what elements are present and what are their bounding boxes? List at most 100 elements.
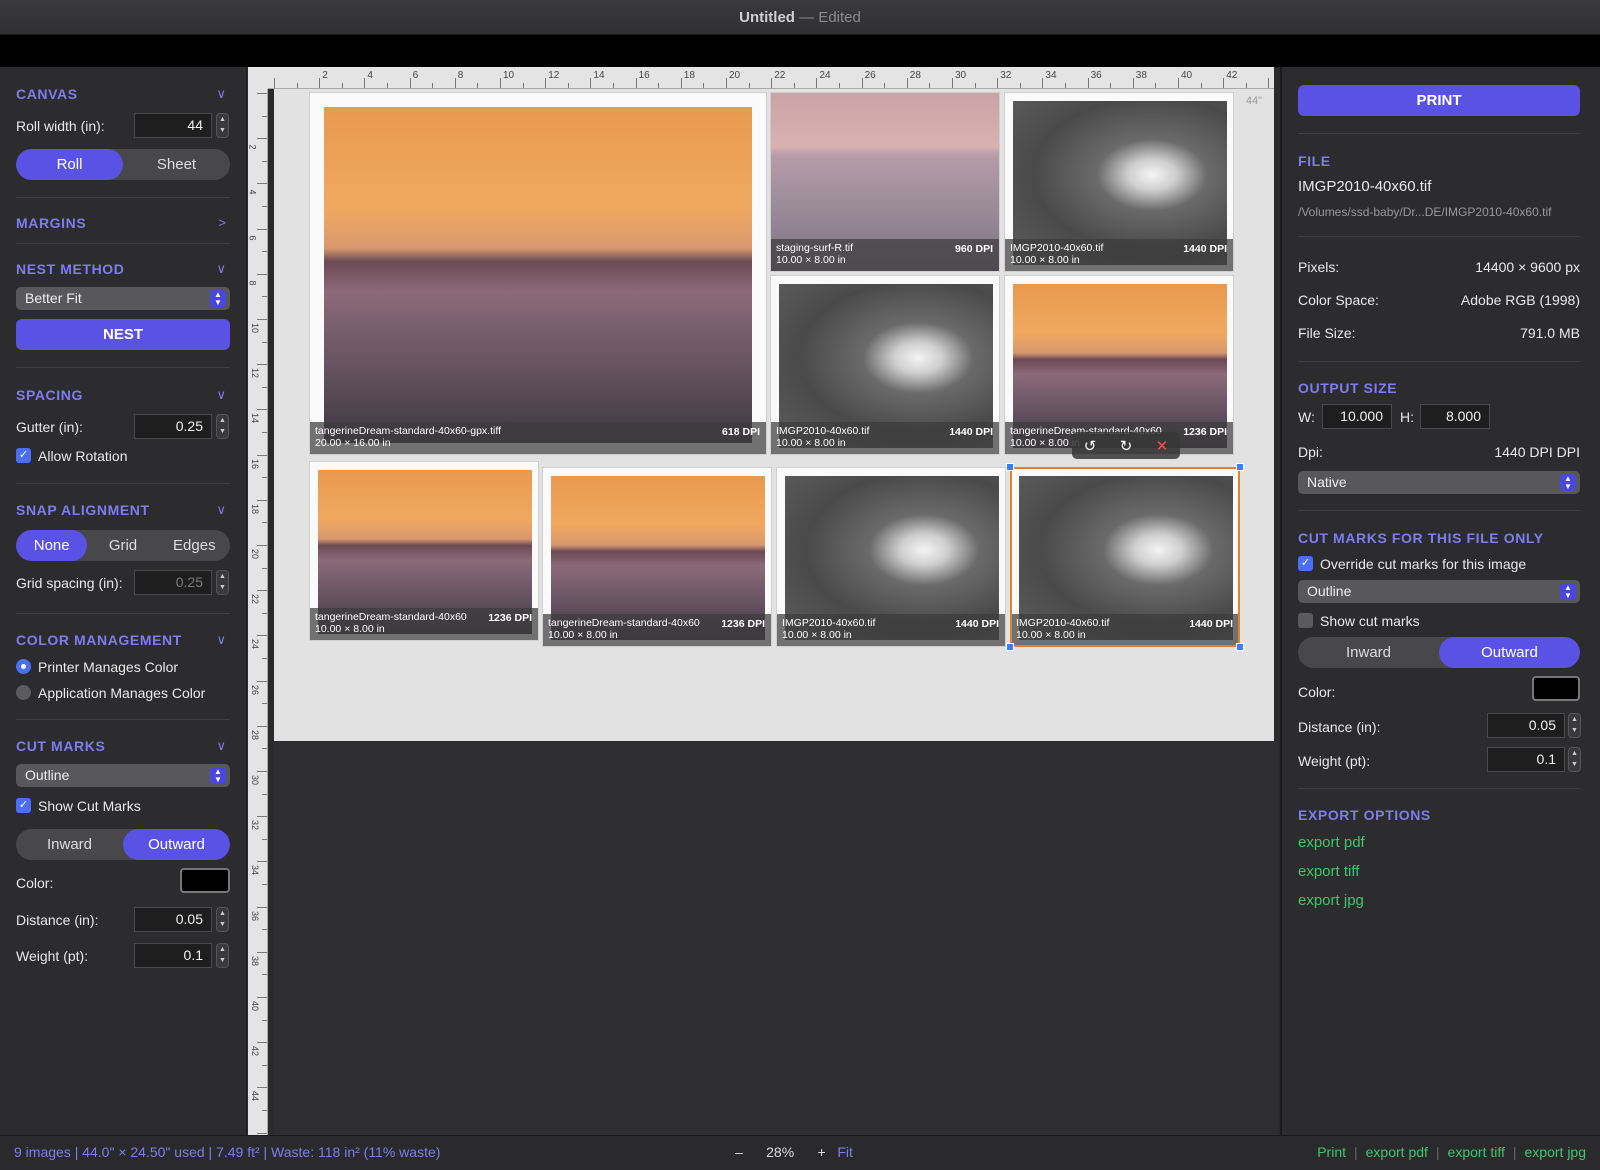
ruler-tick — [454, 78, 456, 88]
file-cut-style-select[interactable]: Outline ▲ ▼ — [1298, 580, 1580, 603]
inward-option[interactable]: Inward — [16, 829, 123, 860]
image-tile[interactable]: tangerineDream-standard-40x60 10.00 × 8.0… — [309, 461, 539, 641]
file-weight-stepper[interactable]: ▲ ▼ — [1568, 747, 1581, 772]
resize-handle[interactable] — [1236, 463, 1244, 471]
image-tile[interactable]: staging-surf-R.tif 10.00 × 8.00 in 960 DPI — [770, 92, 1000, 272]
ruler-label: 14 — [593, 70, 605, 81]
chevron-down-icon[interactable]: ∨ — [216, 261, 226, 277]
ruler-label: 32 — [250, 820, 261, 831]
tile-caption: tangerineDream-standard-40x60 10.00 × 8.0… — [543, 614, 771, 646]
roll-width-input[interactable]: 44 — [134, 113, 212, 138]
output-height-input[interactable]: 8.000 — [1420, 404, 1490, 429]
distance-input[interactable]: 0.05 — [134, 907, 212, 932]
output-width-input[interactable]: 10.000 — [1322, 404, 1392, 429]
image-tile[interactable]: tangerineDream-standard-40x60-gpx.tiff 20… — [309, 92, 767, 455]
divider — [1298, 236, 1580, 237]
resolution-mode-select[interactable]: Native ▲ ▼ — [1298, 471, 1580, 494]
ruler-label: 2 — [248, 144, 258, 150]
snap-alignment-header[interactable]: SNAP ALIGNMENT — [16, 502, 150, 518]
image-tile[interactable]: IMGP2010-40x60.tif 10.00 × 8.00 in 1440 DP… — [776, 467, 1006, 647]
nest-method-header[interactable]: NEST METHOD — [16, 261, 125, 277]
snap-edges-option[interactable]: Edges — [159, 530, 230, 561]
export-tiff-link[interactable]: export tiff — [1298, 863, 1359, 880]
print-button[interactable]: PRINT — [1298, 85, 1580, 116]
roll-width-stepper[interactable]: ▲ ▼ — [216, 113, 229, 138]
roll-width-label: Roll width (in): — [16, 118, 105, 134]
chevron-down-icon[interactable]: ∨ — [216, 632, 226, 648]
status-export-jpg-link[interactable]: export jpg — [1525, 1144, 1586, 1160]
print-canvas[interactable]: 44" tangerineDream-standard-40x60-gpx.ti… — [274, 89, 1274, 741]
status-export-pdf-link[interactable]: export pdf — [1366, 1144, 1428, 1160]
image-tile[interactable]: IMGP2010-40x60.tif 10.00 × 8.00 in 1440 DP… — [770, 275, 1000, 455]
ruler-tick — [262, 838, 267, 840]
cut-marks-header[interactable]: CUT MARKS — [16, 738, 105, 754]
export-pdf-link[interactable]: export pdf — [1298, 834, 1365, 851]
resize-handle[interactable] — [1006, 643, 1014, 651]
tile-dpi: 1440 DPI — [949, 426, 993, 438]
printer-manages-radio[interactable] — [16, 659, 31, 674]
rotate-left-icon[interactable]: ↺ — [1084, 437, 1097, 455]
ruler-label: 32 — [1000, 70, 1012, 81]
grid-spacing-input[interactable]: 0.25 — [134, 570, 212, 595]
file-weight-input[interactable]: 0.1 — [1487, 747, 1565, 772]
status-export-tiff-link[interactable]: export tiff — [1448, 1144, 1505, 1160]
weight-input[interactable]: 0.1 — [134, 943, 212, 968]
rotate-right-icon[interactable]: ↻ — [1120, 437, 1133, 455]
chevron-down-icon[interactable]: ∨ — [216, 738, 226, 754]
application-manages-radio[interactable] — [16, 685, 31, 700]
file-distance-input[interactable]: 0.05 — [1487, 713, 1565, 738]
outward-option[interactable]: Outward — [123, 829, 230, 860]
snap-none-option[interactable]: None — [16, 530, 88, 561]
ruler-label: 4 — [367, 70, 373, 81]
spacing-header[interactable]: SPACING — [16, 387, 83, 403]
distance-label: Distance (in): — [16, 912, 99, 928]
nest-button[interactable]: NEST — [16, 319, 230, 350]
margins-header[interactable]: MARGINS — [16, 215, 86, 231]
ruler-label: 38 — [250, 955, 261, 966]
inward-option[interactable]: Inward — [1298, 637, 1439, 668]
color-management-header[interactable]: COLOR MANAGEMENT — [16, 632, 182, 648]
snap-grid-option[interactable]: Grid — [87, 530, 158, 561]
file-distance-stepper[interactable]: ▲ ▼ — [1568, 713, 1581, 738]
chevron-right-icon[interactable]: > — [218, 215, 226, 230]
nest-method-select[interactable]: Better Fit ▲ ▼ — [16, 287, 230, 310]
roll-option[interactable]: Roll — [16, 149, 123, 180]
gutter-input[interactable]: 0.25 — [134, 414, 212, 439]
override-cut-marks-checkbox[interactable]: ✓ — [1298, 556, 1313, 571]
zoom-in-button[interactable]: + — [818, 1144, 826, 1160]
outward-option[interactable]: Outward — [1439, 637, 1580, 668]
zoom-fit-button[interactable]: Fit — [837, 1144, 853, 1160]
cut-style-select[interactable]: Outline ▲ ▼ — [16, 764, 230, 787]
ruler-tick — [262, 341, 267, 343]
divider — [16, 367, 230, 368]
ruler-tick — [793, 83, 795, 88]
resize-handle[interactable] — [1006, 463, 1014, 471]
file-cut-color-swatch[interactable] — [1532, 676, 1580, 701]
chevron-down-icon[interactable]: ∨ — [216, 502, 226, 518]
ruler-label: 2 — [322, 70, 328, 81]
separator: | — [1435, 1144, 1440, 1160]
canvas-header[interactable]: CANVAS — [16, 86, 78, 102]
zoom-out-button[interactable]: – — [735, 1144, 743, 1160]
resize-handle[interactable] — [1236, 643, 1244, 651]
distance-stepper[interactable]: ▲ ▼ — [216, 907, 229, 932]
image-tile[interactable]: IMGP2010-40x60.tif 10.00 × 8.00 in 1440 DP… — [1004, 92, 1234, 272]
weight-stepper[interactable]: ▲ ▼ — [216, 943, 229, 968]
allow-rotation-checkbox[interactable]: ✓ — [16, 448, 31, 463]
gutter-stepper[interactable]: ▲ ▼ — [216, 414, 229, 439]
show-cut-marks-checkbox[interactable]: ✓ — [16, 798, 31, 813]
cut-color-swatch[interactable] — [180, 868, 230, 893]
show-cut-marks-checkbox[interactable] — [1298, 613, 1313, 628]
grid-spacing-stepper[interactable]: ▲ ▼ — [216, 570, 229, 595]
ruler-tick — [262, 974, 267, 976]
status-bar: 9 images | 44.0" × 24.50" used | 7.49 ft… — [0, 1135, 1600, 1170]
image-tile[interactable]: tangerineDream-standard-40x60 10.00 × 8.0… — [542, 467, 772, 647]
delete-icon[interactable]: ✕ — [1156, 437, 1169, 455]
export-jpg-link[interactable]: export jpg — [1298, 892, 1364, 909]
image-tile[interactable]: tangerineDream-standard-40x60 10.00 × 8.0… — [1004, 275, 1234, 455]
chevron-down-icon[interactable]: ∨ — [216, 86, 226, 102]
sheet-option[interactable]: Sheet — [123, 149, 230, 180]
status-print-link[interactable]: Print — [1317, 1144, 1346, 1160]
tile-size: 10.00 × 8.00 in — [548, 629, 618, 641]
chevron-down-icon[interactable]: ∨ — [216, 387, 226, 403]
